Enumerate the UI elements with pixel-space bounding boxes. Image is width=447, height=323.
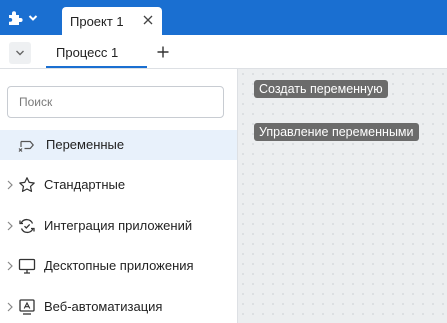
sidebar-item-variables[interactable]: Переменные bbox=[0, 130, 237, 160]
tab-project-label: Проект 1 bbox=[70, 13, 124, 29]
chevron-right-icon bbox=[7, 221, 13, 231]
sidebar-item-label: Переменные bbox=[46, 137, 125, 152]
search-input[interactable] bbox=[7, 86, 224, 118]
close-icon[interactable] bbox=[142, 14, 154, 26]
title-bar: Проект 1 bbox=[0, 0, 447, 35]
sidebar-item-label: Стандартные bbox=[44, 177, 126, 192]
star-icon bbox=[19, 177, 35, 192]
chevron-right-icon bbox=[7, 180, 13, 190]
integration-icon bbox=[19, 218, 35, 234]
sidebar: Переменные Стандартные Интеграция прилож… bbox=[0, 69, 238, 323]
manage-variables-button[interactable]: Управление переменными bbox=[254, 123, 419, 141]
tab-process-label: Процесс 1 bbox=[56, 44, 119, 60]
sidebar-item-label: Интеграция приложений bbox=[44, 218, 193, 233]
chevron-right-icon bbox=[7, 302, 13, 312]
chevron-right-icon bbox=[7, 261, 13, 271]
plus-icon bbox=[157, 46, 169, 58]
tab-project[interactable]: Проект 1 bbox=[62, 7, 162, 35]
variable-icon bbox=[18, 140, 34, 152]
puzzle-icon bbox=[9, 11, 23, 25]
tab-process[interactable]: Процесс 1 bbox=[46, 35, 147, 69]
web-automation-icon bbox=[19, 299, 35, 315]
chevron-down-icon bbox=[28, 15, 38, 21]
process-bar: Процесс 1 bbox=[0, 35, 447, 69]
create-variable-button[interactable]: Создать переменную bbox=[254, 80, 388, 98]
sidebar-item-standard[interactable]: Стандартные bbox=[0, 170, 237, 200]
sidebar-item-desktop-apps[interactable]: Десктопные приложения bbox=[0, 251, 237, 281]
sidebar-item-app-integration[interactable]: Интеграция приложений bbox=[0, 211, 237, 241]
active-tab-indicator bbox=[46, 66, 147, 68]
monitor-icon bbox=[18, 258, 36, 274]
sidebar-item-label: Десктопные приложения bbox=[44, 258, 194, 273]
sidebar-item-web-automation[interactable]: Веб-автоматизация bbox=[0, 292, 237, 322]
app-menu-button[interactable] bbox=[6, 7, 46, 29]
chevron-down-icon bbox=[16, 50, 24, 56]
add-process-button[interactable] bbox=[154, 43, 172, 61]
process-canvas[interactable]: Создать переменную Управление переменным… bbox=[238, 69, 447, 323]
collapse-button[interactable] bbox=[9, 42, 31, 64]
sidebar-item-label: Веб-автоматизация bbox=[44, 299, 163, 314]
